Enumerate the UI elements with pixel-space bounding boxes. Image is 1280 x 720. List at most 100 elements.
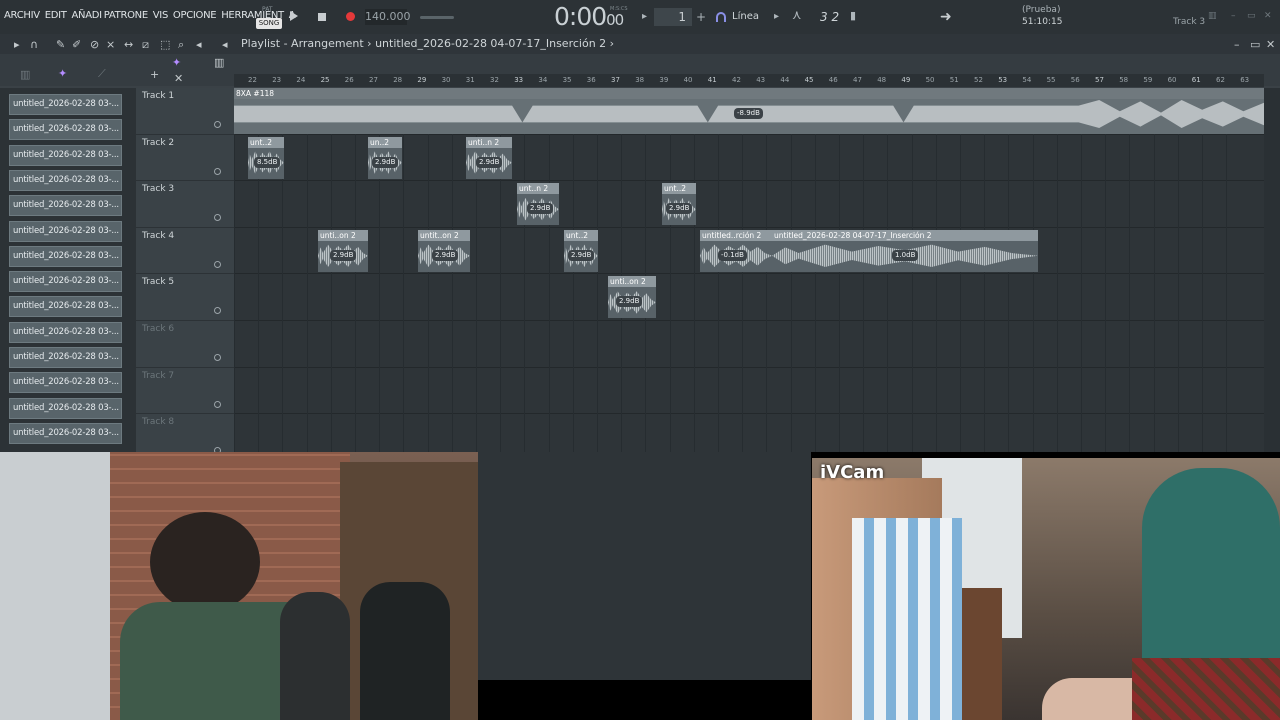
track-enable-icon[interactable]: [214, 167, 221, 175]
menu-add[interactable]: AÑADI: [71, 10, 102, 21]
time-signature[interactable]: 3 2: [820, 10, 839, 24]
track-lane[interactable]: [234, 414, 1264, 452]
close-icon[interactable]: ✕: [1264, 11, 1272, 21]
track-header[interactable]: Track 2: [136, 135, 234, 182]
menu-file[interactable]: ARCHIV: [4, 10, 40, 21]
menu-view[interactable]: VIS: [153, 10, 169, 21]
audio-clip[interactable]: untitled..rción 2 -0.1dB: [700, 229, 772, 272]
tempo-display[interactable]: 140.000: [365, 9, 411, 25]
stop-icon[interactable]: [318, 13, 326, 21]
menu-patterns[interactable]: PATRONE: [104, 10, 148, 21]
magnet-snap-icon[interactable]: ∩: [30, 38, 38, 51]
picker-clip-item[interactable]: untitled_2026-02-28 03-...: [9, 144, 122, 166]
track-enable-icon[interactable]: [214, 354, 221, 361]
picker-clip-item[interactable]: untitled_2026-02-28 03-...: [9, 372, 122, 394]
audio-clip[interactable]: unt..2 2.9dB: [564, 229, 598, 272]
metronome-icon[interactable]: ⋏: [792, 8, 802, 23]
paint-icon[interactable]: ✐: [72, 38, 81, 51]
picker-clip-item[interactable]: untitled_2026-02-28 03-...: [9, 296, 122, 318]
pattern-mode-label[interactable]: PAT: [262, 6, 273, 13]
track-header[interactable]: Track 1: [136, 88, 234, 135]
picker-clip-item[interactable]: untitled_2026-02-28 03-...: [9, 220, 122, 242]
song-mode-button[interactable]: SONG: [256, 18, 282, 29]
picker-clip-item[interactable]: untitled_2026-02-28 03-...: [9, 245, 122, 267]
track-header[interactable]: Track 3: [136, 181, 234, 228]
pattern-add-icon[interactable]: +: [696, 10, 706, 24]
add-icon[interactable]: +: [150, 68, 159, 81]
picker-clip-item[interactable]: untitled_2026-02-28 03-...: [9, 347, 122, 368]
track-header[interactable]: Track 5: [136, 274, 234, 321]
audio-clip[interactable]: unti..on 2 2.9dB: [318, 229, 368, 272]
snap-dropdown-icon[interactable]: ▸: [774, 11, 779, 22]
playlist-maximize-icon[interactable]: ▭: [1250, 38, 1260, 51]
minimize-icon[interactable]: –: [1231, 11, 1236, 21]
playlist-grid[interactable]: 8XA #118 -8.9dB unt..2 8.5dB un..2 2.9dB unti.…: [234, 88, 1264, 452]
grid-line: [524, 88, 526, 452]
collapse-icon[interactable]: ✕: [174, 72, 183, 85]
audio-clip[interactable]: unti..n 2 2.9dB: [466, 136, 512, 179]
playlist-close-icon[interactable]: ✕: [1266, 38, 1275, 51]
picker-clip-item[interactable]: untitled_2026-02-28 03-...: [9, 169, 122, 191]
grid-line: [1105, 88, 1107, 452]
record-icon[interactable]: [346, 12, 355, 21]
delete-icon[interactable]: ⊘: [90, 38, 99, 51]
mute-icon[interactable]: ⨯: [106, 38, 115, 51]
arrow-right-icon[interactable]: ➜: [940, 9, 952, 25]
track-lane[interactable]: [234, 181, 1264, 228]
audio-clip-icon[interactable]: ✦: [58, 67, 67, 80]
track-enable-icon[interactable]: [214, 121, 221, 128]
track-header[interactable]: Track 7: [136, 368, 234, 415]
star-icon[interactable]: ✦: [172, 56, 181, 69]
track-header[interactable]: Track 4: [136, 228, 234, 275]
audio-clip[interactable]: untit..on 2 2.9dB: [418, 229, 470, 272]
master-volume-slider[interactable]: [420, 16, 454, 19]
pencil-icon[interactable]: ✎: [56, 38, 65, 51]
picker-clip-item[interactable]: untitled_2026-02-28 03-...: [9, 422, 122, 444]
speaker-icon[interactable]: ◂: [222, 38, 228, 51]
picker-clip-item[interactable]: untitled_2026-02-28 03-...: [9, 321, 122, 343]
audio-clip[interactable]: unt..2 2.9dB: [662, 183, 696, 226]
audio-clip[interactable]: unt..2 8.5dB: [248, 136, 284, 179]
track-enable-icon[interactable]: [214, 260, 221, 268]
zoom-icon[interactable]: ⌕: [178, 38, 184, 52]
pattern-prev-icon[interactable]: ▸: [642, 11, 647, 22]
track-name: Track 5: [142, 277, 175, 288]
magnet-icon[interactable]: [716, 12, 726, 22]
track-lane[interactable]: [234, 368, 1264, 415]
menu-edit[interactable]: EDIT: [45, 10, 67, 21]
playback-icon[interactable]: ◂: [196, 38, 202, 51]
menu-options[interactable]: OPCIONE: [173, 10, 217, 21]
automation-icon[interactable]: ⟋: [98, 67, 106, 81]
audio-clip[interactable]: un..2 2.9dB: [368, 136, 402, 179]
pattern-picker-icon[interactable]: ▥: [20, 68, 30, 81]
overview-icon[interactable]: ▥: [214, 56, 224, 69]
snap-selector[interactable]: Línea: [732, 11, 759, 22]
track-enable-icon[interactable]: [214, 400, 221, 408]
track-lane[interactable]: [234, 274, 1264, 321]
wait-input-icon[interactable]: ▮: [850, 9, 856, 22]
playlist-menu-icon[interactable]: ▸: [14, 38, 20, 51]
track-enable-icon[interactable]: [214, 214, 221, 222]
maximize-icon[interactable]: ▭: [1247, 11, 1256, 21]
track-lane[interactable]: [234, 321, 1264, 368]
audio-clip[interactable]: unt..n 2 2.9dB: [517, 183, 559, 226]
picker-clip-item[interactable]: untitled_2026-02-28 03-...: [9, 271, 122, 293]
picker-clip-item[interactable]: untitled_2026-02-28 03-...: [9, 119, 122, 141]
picker-clip-item[interactable]: untitled_2026-02-28 03-...: [9, 397, 122, 419]
slice-icon[interactable]: ⧄: [142, 38, 149, 52]
select-icon[interactable]: ⬚: [160, 38, 170, 51]
audio-clip[interactable]: untitled_2026-02-28 04-07-17_Inserción 2…: [772, 229, 1038, 272]
audio-clip[interactable]: unti..on 2 2.9dB: [608, 276, 656, 319]
picker-clip-item[interactable]: untitled_2026-02-28 03-...: [9, 195, 122, 217]
audio-clip-long[interactable]: 8XA #118 -8.9dB: [234, 88, 1264, 134]
play-icon[interactable]: [290, 11, 298, 21]
picker-clip-item[interactable]: untitled_2026-02-28 03-...: [9, 94, 122, 115]
track-enable-icon[interactable]: [214, 307, 221, 315]
playlist-minimize-icon[interactable]: –: [1234, 38, 1240, 51]
vertical-scrollbar[interactable]: [1264, 88, 1280, 452]
timeline-ruler[interactable]: 22 23 24 25 26 27 28 29 30 31 32 33 34 35 36 37 38 39 40 41…: [234, 74, 1264, 87]
pattern-selector[interactable]: 1: [654, 8, 692, 26]
track-header[interactable]: Track 6: [136, 321, 234, 368]
slip-icon[interactable]: ↔: [124, 38, 133, 51]
mixer-icon[interactable]: ▥: [1208, 11, 1217, 21]
